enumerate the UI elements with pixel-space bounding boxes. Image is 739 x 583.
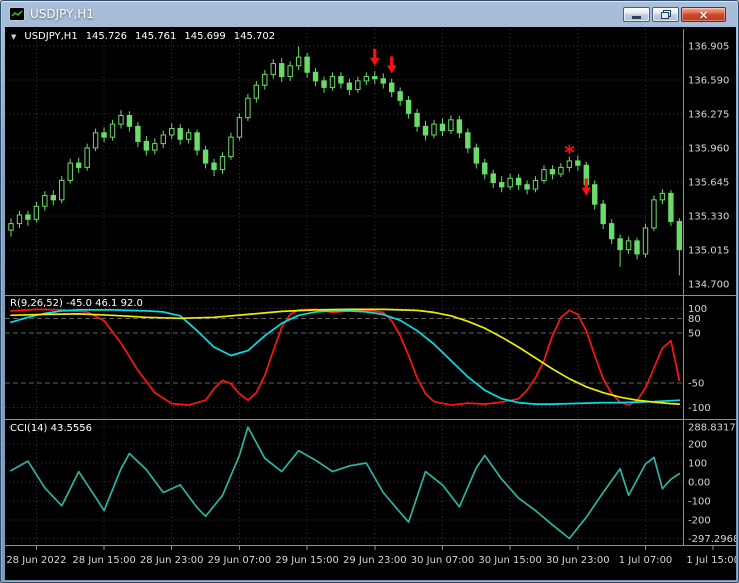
svg-text:29 Jun 23:00: 29 Jun 23:00 — [343, 555, 407, 566]
svg-text:30 Jun 23:00: 30 Jun 23:00 — [546, 555, 610, 566]
svg-text:-100: -100 — [688, 497, 711, 508]
svg-text:0.00: 0.00 — [688, 478, 710, 489]
ohlc-close: 145.702 — [233, 31, 276, 42]
minimize-button[interactable] — [623, 7, 650, 22]
chart-window: USDJPY,H1 × 136.905 136.590 136.275 135.960… — [0, 0, 739, 583]
svg-text:200: 200 — [688, 440, 707, 451]
close-icon: × — [698, 7, 709, 22]
svg-text:136.905: 136.905 — [688, 41, 729, 52]
chart-window-icon — [9, 7, 25, 21]
window-title: USDJPY,H1 — [30, 7, 94, 21]
minimize-icon — [632, 15, 641, 19]
svg-text:100: 100 — [688, 459, 707, 470]
svg-text:30 Jun 07:00: 30 Jun 07:00 — [411, 555, 475, 566]
ohlc-high: 145.761 — [135, 31, 177, 42]
svg-text:136.590: 136.590 — [688, 75, 729, 86]
window-controls: × — [623, 7, 726, 22]
ohlc-info-line: ▼ USDJPY,H1 145.726 145.761 145.699 145.… — [11, 31, 275, 42]
svg-text:135.015: 135.015 — [688, 246, 729, 257]
chart-symbol-label: USDJPY,H1 — [24, 31, 78, 42]
svg-text:135.330: 135.330 — [688, 212, 729, 223]
ohlc-low: 145.699 — [184, 31, 226, 42]
svg-text:-50: -50 — [688, 378, 704, 389]
svg-text:-100: -100 — [688, 403, 711, 414]
svg-text:135.960: 135.960 — [688, 143, 729, 154]
restore-icon — [660, 10, 671, 19]
svg-text:136.275: 136.275 — [688, 109, 729, 120]
svg-text:*: * — [564, 140, 575, 164]
indicator-label-r: R(9,26,52) -45.0 46.1 92.0 — [10, 298, 143, 309]
svg-text:28 Jun 2022: 28 Jun 2022 — [6, 555, 66, 566]
svg-text:135.645: 135.645 — [688, 178, 729, 189]
svg-text:29 Jun 07:00: 29 Jun 07:00 — [208, 555, 272, 566]
symbol-dropdown-icon[interactable]: ▼ — [11, 33, 16, 41]
svg-text:80: 80 — [688, 314, 701, 325]
ohlc-open: 145.726 — [85, 31, 128, 42]
chart-area[interactable]: 136.905 136.590 136.275 135.960 135.645 135.3… — [5, 27, 736, 580]
svg-text:28 Jun 15:00: 28 Jun 15:00 — [72, 555, 136, 566]
title-bar[interactable]: USDJPY,H1 × — [1, 1, 738, 27]
svg-text:29 Jun 15:00: 29 Jun 15:00 — [275, 555, 339, 566]
svg-text:1 Jul 07:00: 1 Jul 07:00 — [619, 555, 673, 566]
svg-text:288.8317: 288.8317 — [688, 423, 736, 434]
svg-text:1 Jul 15:00: 1 Jul 15:00 — [686, 555, 736, 566]
svg-text:50: 50 — [688, 329, 701, 340]
svg-text:28 Jun 23:00: 28 Jun 23:00 — [140, 555, 204, 566]
svg-text:-200: -200 — [688, 516, 711, 527]
svg-text:134.700: 134.700 — [688, 280, 729, 291]
close-button[interactable]: × — [681, 7, 726, 22]
restore-button[interactable] — [652, 7, 679, 22]
svg-text:-297.2968: -297.2968 — [688, 534, 736, 545]
svg-text:30 Jun 15:00: 30 Jun 15:00 — [478, 555, 542, 566]
indicator-label-cci: CCI(14) 43.5556 — [10, 423, 92, 434]
